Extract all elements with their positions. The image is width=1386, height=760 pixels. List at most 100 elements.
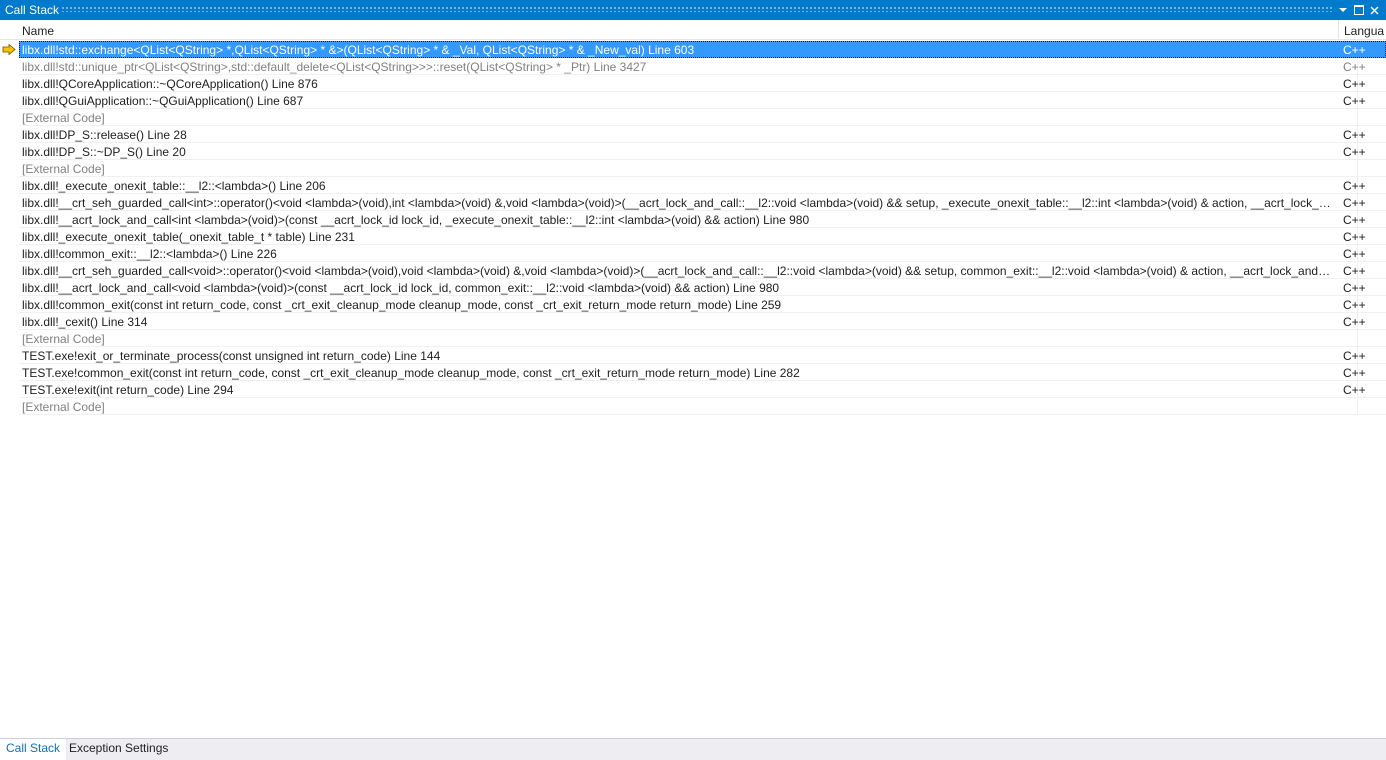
frame-indicator-gutter — [0, 194, 19, 211]
column-header-name[interactable]: Name — [22, 24, 54, 38]
frame-language: C++ — [1343, 230, 1366, 244]
frame-indicator-gutter — [0, 245, 19, 262]
frame-name: TEST.exe!common_exit(const int return_co… — [22, 366, 800, 380]
frame-indicator-gutter — [0, 228, 19, 245]
window-position-dropdown-button[interactable] — [1336, 2, 1350, 18]
frame-indicator-gutter — [0, 313, 19, 330]
maximize-button[interactable] — [1352, 2, 1366, 18]
tab-exception-settings[interactable]: Exception Settings — [63, 739, 174, 760]
frame-indicator-gutter — [0, 398, 19, 415]
frame-indicator-gutter — [0, 92, 19, 109]
stack-frame-row[interactable]: libx.dll!__acrt_lock_and_call<int <lambd… — [0, 211, 1386, 228]
stack-frame-row[interactable]: libx.dll!__crt_seh_guarded_call<void>::o… — [0, 262, 1386, 279]
current-frame-arrow-icon — [2, 44, 16, 55]
external-code-row[interactable]: [External Code] — [0, 330, 1386, 347]
frame-name: libx.dll!_execute_onexit_table::__l2::<l… — [22, 179, 326, 193]
column-header-language[interactable]: Language — [1344, 24, 1384, 38]
stack-frame-row[interactable]: libx.dll!_cexit() Line 314 C++ — [0, 313, 1386, 330]
stack-frame-row[interactable]: TEST.exe!exit(int return_code) Line 294 C… — [0, 381, 1386, 398]
call-stack-list: libx.dll!std::exchange<QList<QString> *,… — [0, 41, 1386, 415]
maximize-icon — [1354, 5, 1364, 15]
tab-call-stack[interactable]: Call Stack — [0, 739, 67, 760]
stack-frame-row[interactable]: libx.dll!QCoreApplication::~QCoreApplica… — [0, 75, 1386, 92]
grid-header: Name Language — [0, 20, 1386, 40]
cell-divider — [1357, 109, 1358, 126]
frame-language: C++ — [1343, 366, 1366, 380]
cell-divider — [1357, 330, 1358, 347]
frame-indicator-gutter — [0, 296, 19, 313]
frame-name: libx.dll!DP_S::release() Line 28 — [22, 128, 187, 142]
frame-indicator-gutter — [0, 347, 19, 364]
stack-frame-row[interactable]: libx.dll!DP_S::release() Line 28 C++ — [0, 126, 1386, 143]
frame-language: C++ — [1343, 349, 1366, 363]
frame-name: libx.dll!_cexit() Line 314 — [22, 315, 148, 329]
frame-name: [External Code] — [22, 162, 105, 176]
frame-indicator-gutter — [0, 58, 19, 75]
frame-indicator-gutter — [0, 381, 19, 398]
frame-language: C++ — [1343, 43, 1366, 57]
bottom-tab-strip: Call Stack Exception Settings — [0, 738, 1386, 760]
frame-language: C++ — [1343, 315, 1366, 329]
frame-indicator-gutter — [0, 177, 19, 194]
frame-name: [External Code] — [22, 332, 105, 346]
column-divider[interactable] — [1338, 20, 1339, 40]
frame-name: libx.dll!std::unique_ptr<QList<QString>,… — [22, 60, 647, 74]
frame-name: libx.dll!_execute_onexit_table(_onexit_t… — [22, 230, 355, 244]
frame-language: C++ — [1343, 281, 1366, 295]
title-bar-grip[interactable] — [61, 6, 1334, 12]
frame-language: C++ — [1343, 213, 1366, 227]
frame-name: libx.dll!__acrt_lock_and_call<void <lamb… — [22, 281, 780, 295]
frame-name: libx.dll!common_exit(const int return_co… — [22, 298, 782, 312]
stack-frame-row[interactable]: libx.dll!DP_S::~DP_S() Line 20 C++ — [0, 143, 1386, 160]
tool-window-title-bar[interactable]: Call Stack — [0, 0, 1386, 20]
frame-language: C++ — [1343, 247, 1366, 261]
close-button[interactable] — [1367, 2, 1381, 18]
frame-language: C++ — [1343, 77, 1366, 91]
frame-name: libx.dll!__crt_seh_guarded_call<void>::o… — [22, 264, 1336, 278]
external-code-row[interactable]: [External Code] — [0, 160, 1386, 177]
stack-frame-row[interactable]: TEST.exe!exit_or_terminate_process(const… — [0, 347, 1386, 364]
frame-name: libx.dll!std::exchange<QList<QString> *,… — [22, 43, 695, 57]
frame-indicator-gutter — [0, 160, 19, 177]
frame-name: [External Code] — [22, 400, 105, 414]
cell-divider — [1357, 398, 1358, 415]
stack-frame-row[interactable]: libx.dll!std::unique_ptr<QList<QString>,… — [0, 58, 1386, 75]
stack-frame-row[interactable]: libx.dll!__crt_seh_guarded_call<int>::op… — [0, 194, 1386, 211]
frame-name: libx.dll!QGuiApplication::~QGuiApplicati… — [22, 94, 304, 108]
frame-name: [External Code] — [22, 111, 105, 125]
frame-language: C++ — [1343, 298, 1366, 312]
frame-language: C++ — [1343, 383, 1366, 397]
frame-name: libx.dll!__crt_seh_guarded_call<int>::op… — [22, 196, 1336, 210]
frame-indicator-gutter — [0, 279, 19, 296]
stack-frame-row[interactable]: libx.dll!common_exit(const int return_co… — [0, 296, 1386, 313]
stack-frame-row[interactable]: libx.dll!std::exchange<QList<QString> *,… — [0, 41, 1386, 58]
stack-frame-row[interactable]: libx.dll!common_exit::__l2::<lambda>() L… — [0, 245, 1386, 262]
stack-frame-row[interactable]: TEST.exe!common_exit(const int return_co… — [0, 364, 1386, 381]
frame-indicator-gutter — [0, 109, 19, 126]
window-title: Call Stack — [5, 3, 60, 17]
frame-language: C++ — [1343, 94, 1366, 108]
stack-frame-row[interactable]: libx.dll!_execute_onexit_table::__l2::<l… — [0, 177, 1386, 194]
chevron-down-icon — [1339, 8, 1347, 12]
frame-language: C++ — [1343, 60, 1366, 74]
close-icon — [1369, 6, 1379, 15]
frame-name: TEST.exe!exit_or_terminate_process(const… — [22, 349, 441, 363]
external-code-row[interactable]: [External Code] — [0, 109, 1386, 126]
frame-name: libx.dll!QCoreApplication::~QCoreApplica… — [22, 77, 318, 91]
cell-divider — [1357, 160, 1358, 177]
frame-language: C++ — [1343, 196, 1366, 210]
frame-indicator-gutter — [0, 330, 19, 347]
external-code-row[interactable]: [External Code] — [0, 398, 1386, 415]
stack-frame-row[interactable]: libx.dll!_execute_onexit_table(_onexit_t… — [0, 228, 1386, 245]
frame-name: libx.dll!__acrt_lock_and_call<int <lambd… — [22, 213, 810, 227]
frame-indicator-gutter — [0, 41, 19, 58]
frame-indicator-gutter — [0, 211, 19, 228]
frame-language: C++ — [1343, 264, 1366, 278]
frame-indicator-gutter — [0, 364, 19, 381]
frame-indicator-gutter — [0, 143, 19, 160]
frame-language: C++ — [1343, 179, 1366, 193]
stack-frame-row[interactable]: libx.dll!__acrt_lock_and_call<void <lamb… — [0, 279, 1386, 296]
frame-name: TEST.exe!exit(int return_code) Line 294 — [22, 383, 234, 397]
frame-indicator-gutter — [0, 126, 19, 143]
stack-frame-row[interactable]: libx.dll!QGuiApplication::~QGuiApplicati… — [0, 92, 1386, 109]
